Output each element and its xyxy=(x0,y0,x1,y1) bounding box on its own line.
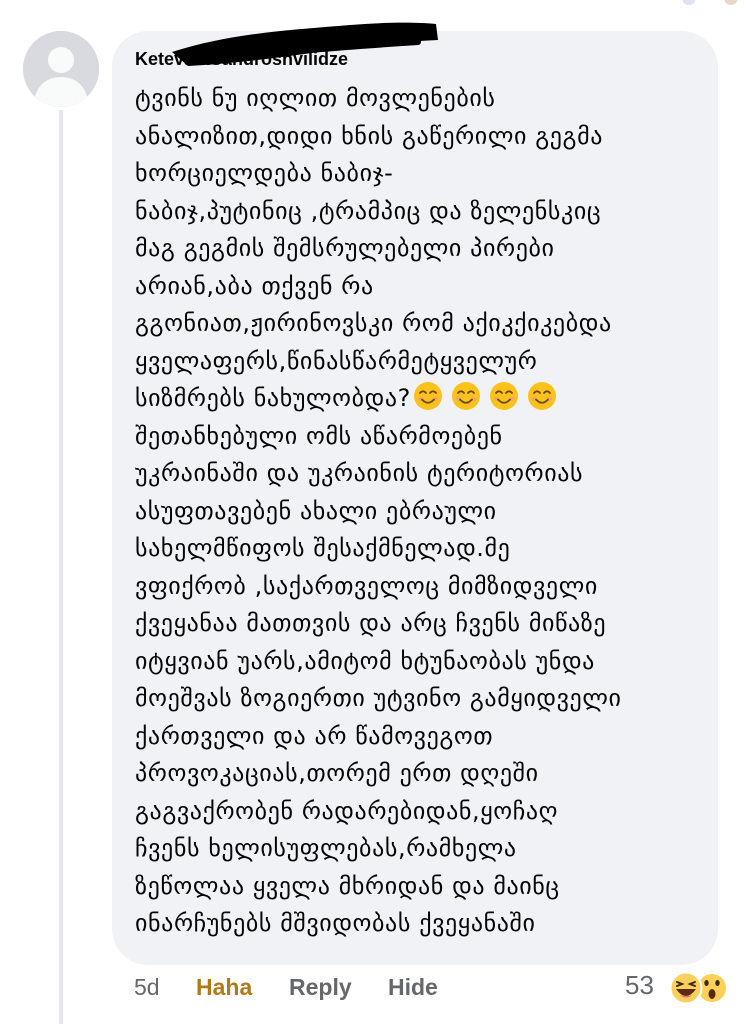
avatar[interactable] xyxy=(23,31,99,107)
comment-line: არიან,აბა თქვენ რა xyxy=(135,271,374,300)
comment-line: გაგვაქრობენ რადარებიდან,ყოჩაღ xyxy=(135,796,559,825)
smiling-face-emoji xyxy=(528,382,556,410)
comment-line: შეთანხებული ომს აწარმოებენ xyxy=(135,421,503,450)
smiling-face-emoji xyxy=(490,382,518,410)
smiling-face-emoji xyxy=(452,382,480,410)
comment-timestamp[interactable]: 5d xyxy=(134,974,160,1008)
comment-line: გგონიათ,ჟირინოვსკი რომ აქიკქიკებდა xyxy=(135,309,612,337)
haha-reaction-icon xyxy=(669,971,703,1005)
redaction-scribble xyxy=(172,22,438,66)
smiling-face-emoji xyxy=(414,382,442,410)
default-avatar-icon xyxy=(23,31,99,107)
comment-line: ყველაფერს,წინასწარმეტყველურ xyxy=(135,346,538,375)
comment-line: პროვოკაციას,თორემ ერთ დღეში xyxy=(135,759,539,787)
previous-comment-edge xyxy=(632,0,742,7)
thread-connector-line xyxy=(59,110,63,1024)
comment-line: ვფიქრობ ,საქართველოც მიმზიდველი xyxy=(135,571,598,600)
comment-line: ჩვენს ხელისუფლებას,რამხელა xyxy=(135,834,517,862)
comment-line: ქვეყანაა მათთვის და არც ჩვენს მიწაზე xyxy=(135,609,607,637)
reply-button[interactable]: Reply xyxy=(289,974,352,1008)
comment-line: ნაბიჯ,პუტინიც ,ტრამპიც და ზელენსკიც xyxy=(135,196,602,225)
comment-text: ტვინს ნუ იღლით მოვლენების ანალიზით,დიდი … xyxy=(135,80,713,943)
comment-line: სახელმწიფოს შესაქმნელად.მე xyxy=(135,534,511,562)
comment-line: მოეშვას ზოგიერთი უტვინო გამყიდველი xyxy=(135,684,622,712)
comment-line: ანალიზით,დიდი ხნის გაწერილი გეგმა xyxy=(135,121,604,150)
comment-line: ტვინს ნუ იღლით მოვლენების xyxy=(135,84,496,112)
comment-line-with-emoji: სიზმრებს ნახულობდა? xyxy=(135,380,713,418)
comment-line: ზეწოლაა ყველა მხრიდან და მაინც xyxy=(135,871,560,900)
haha-reaction-button[interactable]: Haha xyxy=(196,974,252,1008)
comment-line: მაგ გეგმის შემსრულებელი პირები xyxy=(135,234,555,262)
comment-line: ქართველი და არ წამოვეგოთ xyxy=(135,721,494,750)
comment-line: ინარჩუნებს მშვიდობას ქვეყანაში xyxy=(135,909,536,937)
comment-line: ასუფთავებენ ახალი ებრაული xyxy=(135,496,497,525)
emoji-group xyxy=(411,382,565,412)
reaction-icons[interactable] xyxy=(668,970,732,1006)
comment-line: ხორციელდება ნაბიჯ- xyxy=(135,159,394,187)
hide-button[interactable]: Hide xyxy=(388,974,438,1008)
comment-line: იტყვიან უარს,ამიტომ ხტუნაობას უნდა xyxy=(135,646,595,675)
comment-line: უკრაინაში და უკრაინის ტერიტორიას xyxy=(135,459,584,487)
reaction-count[interactable]: 53 xyxy=(625,970,654,1004)
comment-line: სიზმრებს ნახულობდა? xyxy=(135,384,411,412)
